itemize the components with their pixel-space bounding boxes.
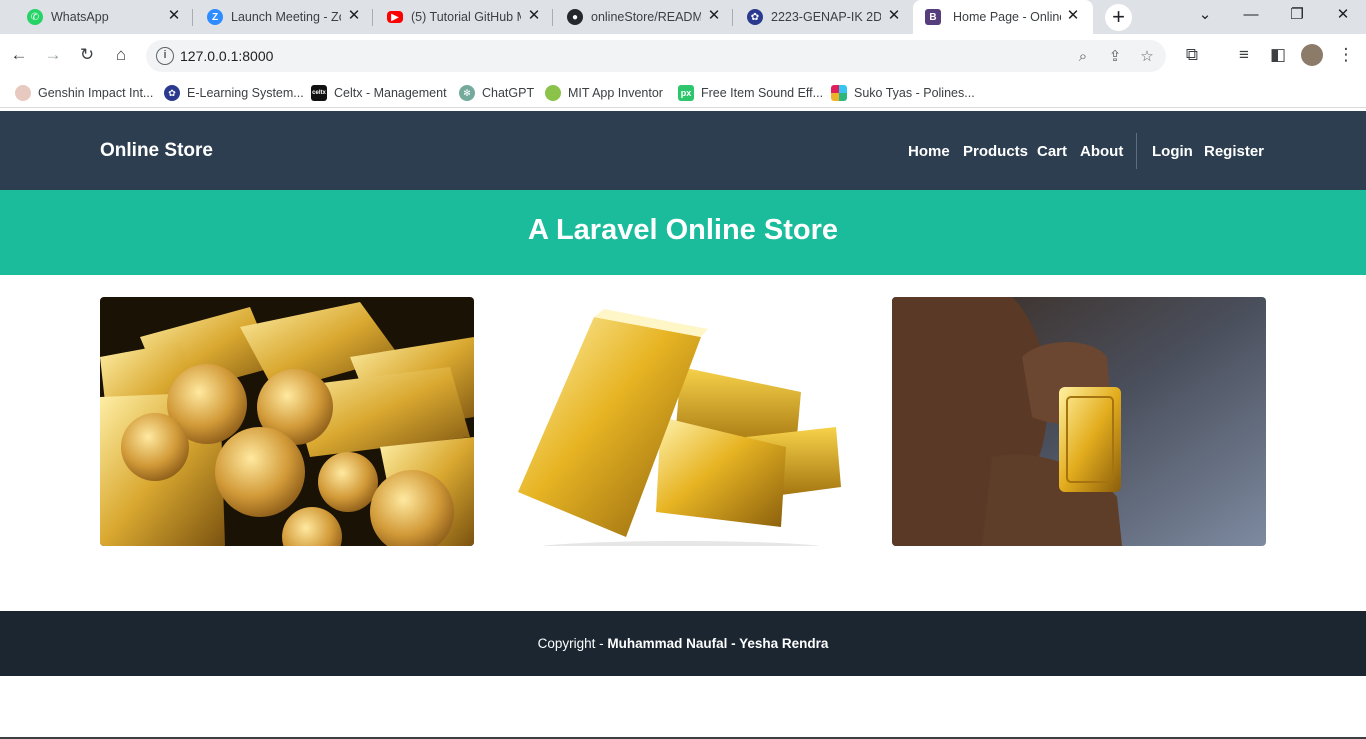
whatsapp-icon: ✆ [27,9,43,25]
bookmark-label: Free Item Sound Eff... [701,86,824,100]
tab-youtube[interactable]: ▶ (5) Tutorial GitHub M ✕ [375,0,553,34]
bookmark-label: Genshin Impact Int... [38,86,154,100]
bookmarks-bar: Genshin Impact Int... ✿ E-Learning Syste… [0,78,1366,108]
minimize-button[interactable]: — [1228,0,1274,32]
bookmark-label: MIT App Inventor [568,86,663,100]
tab-title: (5) Tutorial GitHub M [411,10,521,24]
celtx-icon: celtx [311,85,327,101]
close-tab-icon[interactable]: ✕ [526,8,542,24]
tab-whatsapp[interactable]: ✆ WhatsApp ✕ [15,0,193,34]
zoom-icon[interactable]: ⌕ [1073,47,1093,67]
nav-register[interactable]: Register [1204,143,1264,160]
media-control-icon[interactable]: ≡ [1232,43,1256,67]
github-icon: ● [567,9,583,25]
menu-icon[interactable]: ⋮ [1334,43,1358,67]
close-tab-icon[interactable]: ✕ [166,8,182,24]
site-navbar: Online Store Home Products Cart About Lo… [0,111,1366,190]
tab-github[interactable]: ● onlineStore/READM ✕ [555,0,733,34]
hero-title: A Laravel Online Store [528,214,838,246]
bootstrap-icon: B [925,9,941,25]
nav-about[interactable]: About [1080,143,1123,160]
nav-login[interactable]: Login [1152,143,1193,160]
bookmark-label: Celtx - Management [334,86,447,100]
product-image-stacked-gold-bars[interactable] [496,297,870,546]
youtube-icon: ▶ [387,11,403,23]
reload-icon[interactable]: ↻ [75,43,99,67]
brand-link[interactable]: Online Store [100,140,213,162]
share-icon[interactable]: ⇪ [1105,47,1125,67]
bookmark-label: E-Learning System... [187,86,304,100]
site-footer: Copyright - Muhammad Naufal - Yesha Rend… [0,611,1366,676]
tab-elearning[interactable]: ✿ 2223-GENAP-IK 2D-I ✕ [735,0,913,34]
appinventor-icon [545,85,561,101]
bookmark-mit-app-inventor[interactable]: MIT App Inventor [545,84,663,102]
back-icon[interactable]: ← [7,43,31,67]
bookmark-pixabay[interactable]: px Free Item Sound Eff... [678,84,823,102]
tab-search-icon[interactable]: ⌄ [1182,0,1228,32]
tab-title: WhatsApp [51,10,109,24]
browser-toolbar: ← → ↻ ⌂ i 127.0.0.1:8000 ⌕ ⇪ ☆ ⧉ ≡ ◧ ⋮ [0,34,1366,78]
polines-icon: ✿ [747,9,763,25]
new-tab-button[interactable]: + [1105,4,1132,31]
pixabay-icon: px [678,85,694,101]
extensions-icon[interactable]: ⧉ [1180,43,1204,67]
tab-title: 2223-GENAP-IK 2D-I [771,10,881,24]
slack-icon [831,85,847,101]
tab-home-page[interactable]: B Home Page - Online ✕ [913,0,1093,34]
product-image-hand-holding-gold-bar[interactable] [892,297,1266,546]
restore-button[interactable]: ❐ [1274,0,1320,32]
tab-title: onlineStore/READM [591,10,701,24]
bookmark-star-icon[interactable]: ☆ [1137,47,1157,67]
home-icon[interactable]: ⌂ [109,43,133,67]
nav-products[interactable]: Products [963,143,1028,160]
bookmark-elearning[interactable]: ✿ E-Learning System... [164,84,304,102]
url-text[interactable]: 127.0.0.1:8000 [180,48,273,64]
site-info-icon[interactable]: i [156,47,174,65]
close-window-button[interactable]: ✕ [1320,0,1366,32]
bookmark-label: Suko Tyas - Polines... [854,86,975,100]
tab-zoom[interactable]: Z Launch Meeting - Zo ✕ [195,0,373,34]
nav-home[interactable]: Home [908,143,950,160]
nav-divider [1136,133,1137,169]
product-image-gold-bars-and-coins[interactable] [100,297,474,546]
bookmark-suko-tyas[interactable]: Suko Tyas - Polines... [831,84,975,102]
forward-icon[interactable]: → [41,43,65,67]
elearning-icon: ✿ [164,85,180,101]
close-tab-icon[interactable]: ✕ [886,8,902,24]
bookmark-chatgpt[interactable]: ✻ ChatGPT [459,84,534,102]
avatar[interactable] [1301,44,1323,66]
close-tab-icon[interactable]: ✕ [346,8,362,24]
tab-title: Launch Meeting - Zo [231,10,341,24]
nav-cart[interactable]: Cart [1037,143,1067,160]
copyright-prefix: Copyright - [537,636,608,651]
zoom-icon: Z [207,9,223,25]
chatgpt-icon: ✻ [459,85,475,101]
copyright-text: Copyright - Muhammad Naufal - Yesha Rend… [0,636,1366,651]
bookmark-genshin[interactable]: Genshin Impact Int... [15,84,153,102]
side-panel-icon[interactable]: ◧ [1266,43,1290,67]
close-tab-icon[interactable]: ✕ [1065,8,1081,24]
genshin-icon [15,85,31,101]
bookmark-label: ChatGPT [482,86,535,100]
tab-strip: ✆ WhatsApp ✕ Z Launch Meeting - Zo ✕ ▶ (… [0,0,1366,34]
address-bar[interactable]: i 127.0.0.1:8000 ⌕ ⇪ ☆ [146,40,1166,72]
tab-title: Home Page - Online [953,10,1061,24]
close-tab-icon[interactable]: ✕ [706,8,722,24]
copyright-author: Muhammad Naufal - Yesha Rendra [607,636,829,651]
bookmark-celtx[interactable]: celtx Celtx - Management [311,84,447,102]
hero-banner: A Laravel Online Store [0,190,1366,275]
